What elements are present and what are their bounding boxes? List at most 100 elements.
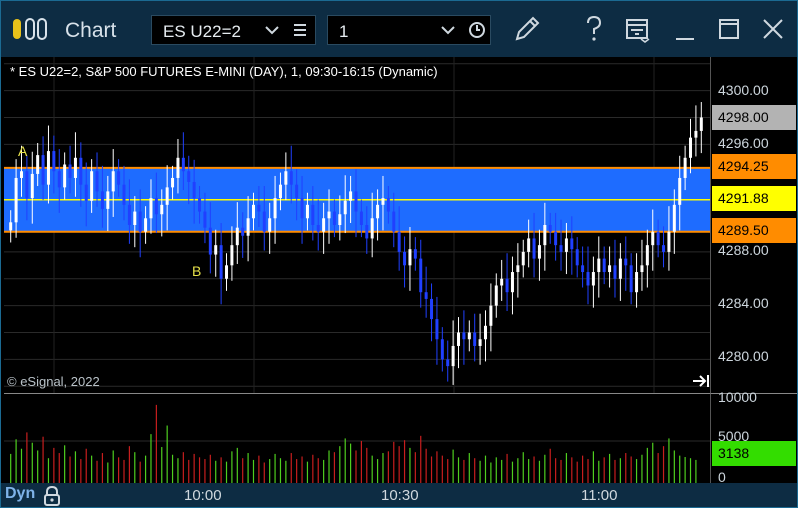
candle [527,238,531,252]
candle [554,231,558,246]
candle [640,265,644,273]
volume-chart[interactable] [4,394,710,483]
price-chart[interactable] [4,57,710,393]
candle [203,211,207,228]
volume-chart-panel[interactable] [4,393,710,483]
candle [581,265,585,273]
candle [365,225,369,239]
candle [230,245,234,266]
candle [559,245,563,252]
candle [419,258,423,293]
candle [678,177,682,205]
candle [122,184,126,205]
candle [478,339,482,346]
candle [370,218,374,239]
marker-a[interactable]: A [18,143,27,159]
candle [537,245,541,259]
candle [440,339,444,360]
copyright-text: © eSignal, 2022 [7,374,100,389]
time-axis[interactable]: Dyn 10:00 10:30 11:00 [1,483,797,507]
band-top-tag: 4294.25 [712,154,796,179]
marker-b[interactable]: B [192,263,201,279]
interval-selector[interactable]: 1 [327,15,491,45]
title-bar: Chart ES U22=2 1 [1,1,797,57]
candle [591,272,595,286]
time-tick: 11:00 [581,487,618,504]
candle [160,204,164,215]
candle [338,214,342,225]
candle [111,171,115,192]
candle [413,249,417,259]
candle [133,211,137,225]
clock-icon[interactable] [468,20,486,40]
candle [618,258,622,279]
candle [46,151,50,185]
candle [403,251,407,266]
candle [73,157,77,178]
candle [144,218,148,232]
maximize-icon[interactable] [717,17,741,43]
candle [575,249,579,266]
candle [208,227,212,255]
candle [613,265,617,279]
pencil-icon[interactable] [511,13,543,45]
chevron-down-icon[interactable] [265,20,279,40]
candle [79,157,83,185]
candle [235,227,239,246]
candle [424,292,428,299]
candle [354,191,358,212]
candle [305,204,309,219]
close-icon[interactable] [761,17,785,43]
candle [548,225,552,232]
candle [462,332,466,340]
symbol-value[interactable]: ES U22=2 [163,22,241,42]
candle [608,265,612,273]
candle [284,171,288,185]
candle [316,225,320,232]
candle [198,198,202,212]
candle [57,171,61,188]
candle [381,198,385,205]
price-axis[interactable]: 4300.00 4296.00 4288.00 4284.00 4280.00 … [710,57,797,393]
price-tick: 4280.00 [718,348,769,364]
dynamic-mode-button[interactable]: Dyn [5,485,35,503]
candle [483,325,487,340]
go-to-latest-icon[interactable] [692,373,710,389]
price-tick: 4300.00 [718,82,769,98]
minimize-icon[interactable] [673,17,697,43]
candle [332,211,336,225]
chevron-down-icon[interactable] [441,20,455,40]
candle [359,211,363,225]
menu-lines-icon[interactable] [293,20,307,40]
candle [311,204,315,225]
candle [300,198,304,219]
candle [154,198,158,215]
candle [672,204,676,232]
candle [397,231,401,252]
candle [219,245,223,279]
candle [624,258,628,266]
band-bottom-tag: 4289.50 [712,218,796,243]
candle [295,184,299,199]
lock-icon[interactable] [43,486,61,506]
candle [489,305,493,326]
candle [95,171,99,192]
price-chart-panel[interactable]: * ES U22=2, S&P 500 FUTURES E-MINI (DAY)… [4,57,710,393]
current-volume-tag: 3138 [712,441,796,466]
volume-axis[interactable]: 10000 5000 0 3138 [710,389,797,485]
candle [100,191,104,209]
candle [662,245,666,252]
time-tick: 10:30 [381,487,419,504]
symbol-selector[interactable]: ES U22=2 [151,15,316,45]
candle [181,157,185,172]
app-logo-icon[interactable] [11,17,51,41]
price-tick: 4284.00 [718,295,769,311]
window-title: Chart [65,19,117,42]
candle [699,117,703,131]
toolbar-icon[interactable] [625,17,651,43]
candle [165,187,169,205]
candle [521,251,525,266]
interval-value[interactable]: 1 [339,22,348,42]
help-icon[interactable] [583,15,605,43]
candle [246,218,250,236]
